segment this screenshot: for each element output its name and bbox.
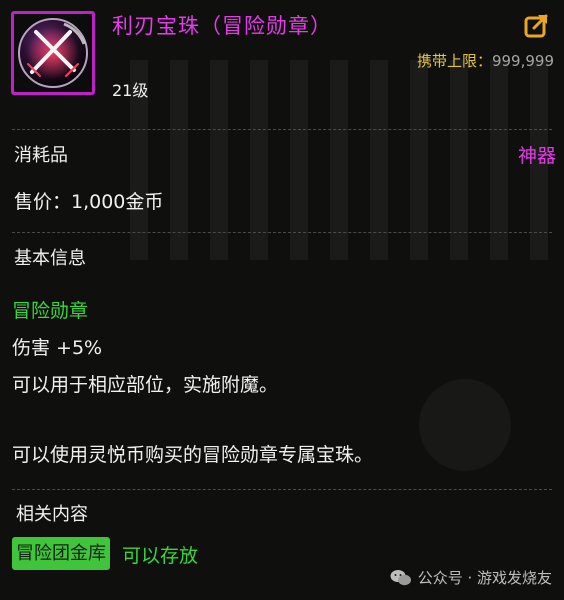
watermark: 公众号 · 游戏发烧友 bbox=[390, 567, 552, 588]
crossed-swords-orb-icon bbox=[14, 14, 92, 92]
basic-info-title: 基本信息 bbox=[14, 248, 86, 269]
carry-limit-value: 999,999 bbox=[491, 52, 554, 70]
wechat-icon bbox=[390, 569, 411, 585]
related-title: 相关内容 bbox=[16, 504, 88, 525]
item-level: 21级 bbox=[112, 81, 149, 100]
item-name: 利刃宝珠（冒险勋章） bbox=[112, 14, 332, 38]
effect-line: 可以使用灵悦币购买的冒险勋章专属宝珠。 bbox=[12, 444, 374, 466]
storage-badge: 冒险团金库 bbox=[12, 537, 110, 570]
carry-limit-label: 携带上限： bbox=[416, 52, 492, 70]
background-ghost-shape bbox=[380, 350, 550, 500]
effect-name: 冒险勋章 bbox=[12, 300, 89, 322]
divider bbox=[12, 489, 552, 490]
item-icon-frame bbox=[11, 11, 95, 95]
effect-line: 伤害 +5% bbox=[12, 337, 103, 359]
item-price: 售价：1,000金币 bbox=[14, 191, 164, 213]
share-icon[interactable] bbox=[524, 12, 550, 38]
carry-limit: 携带上限：999,999 bbox=[417, 50, 554, 71]
storable-text: 可以存放 bbox=[122, 545, 199, 567]
item-grade: 神器 bbox=[517, 145, 556, 167]
divider bbox=[12, 129, 552, 130]
item-type: 消耗品 bbox=[14, 145, 68, 166]
watermark-text: 公众号 · 游戏发烧友 bbox=[417, 569, 552, 587]
effect-line: 可以用于相应部位，实施附魔。 bbox=[12, 374, 279, 396]
divider bbox=[12, 232, 552, 233]
background-ghost-text bbox=[130, 60, 550, 260]
